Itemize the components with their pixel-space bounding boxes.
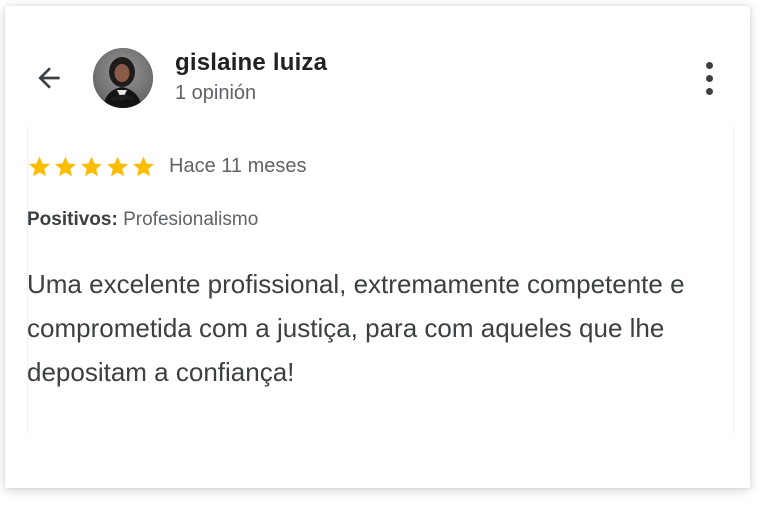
- review-header: gislaine luiza 1 opinión: [5, 6, 750, 126]
- review-time: Hace 11 meses: [169, 154, 307, 177]
- positives-line: Positivos: Profesionalismo: [27, 209, 258, 231]
- arrow-back-icon: [38, 67, 60, 89]
- more-options-button[interactable]: [694, 58, 724, 98]
- more-vert-icon-dot: [705, 87, 713, 95]
- rating-row: Hace 11 meses: [27, 151, 306, 181]
- review-text: Uma excelente profissional, extremamente…: [27, 269, 685, 387]
- star-icon: [55, 156, 76, 176]
- star-icon: [107, 156, 128, 176]
- review-card: gislaine luiza 1 opinión Hace 11 meses P…: [5, 6, 750, 488]
- positives-label: Positivos:: [27, 209, 118, 230]
- reviewer-name[interactable]: gislaine luiza: [175, 49, 327, 77]
- star-icon: [29, 156, 50, 176]
- more-vert-icon: [705, 61, 713, 69]
- avatar[interactable]: [93, 48, 153, 108]
- positives-value: Profesionalismo: [123, 209, 259, 230]
- reviewer-review-count: 1 opinión: [175, 82, 257, 104]
- star-icon: [81, 156, 102, 176]
- avatar-photo: [93, 48, 153, 108]
- more-vert-icon-dot: [705, 74, 713, 82]
- star-rating: [27, 154, 156, 179]
- back-button[interactable]: [29, 58, 69, 98]
- star-icon: [133, 156, 154, 176]
